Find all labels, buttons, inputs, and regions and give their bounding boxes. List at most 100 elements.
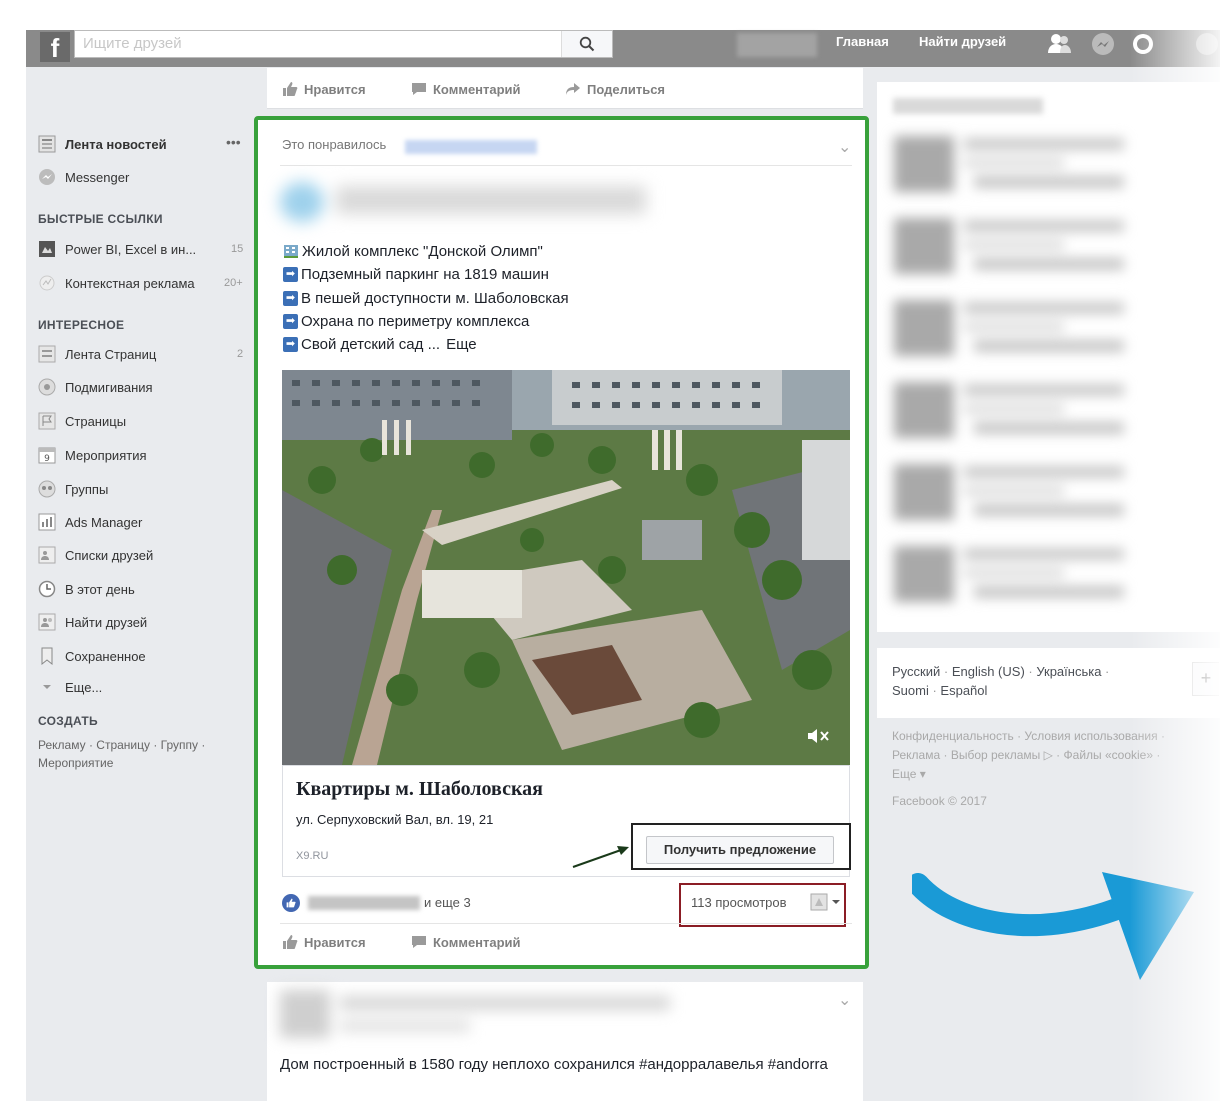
sidebar-item-label: Списки друзей (65, 547, 154, 563)
like-button[interactable]: Нравится (282, 81, 366, 97)
sidebar-item-groups[interactable]: Группы (38, 478, 108, 500)
language-link[interactable]: Español (940, 683, 987, 698)
quick-links-heading: БЫСТРЫЕ ССЫЛКИ (38, 212, 163, 226)
thumbs-up-icon (283, 935, 298, 949)
facebook-logo-icon[interactable]: f (40, 32, 70, 63)
sidebar-item-power-bi[interactable]: Power BI, Excel в ин... (38, 238, 196, 260)
friend-suggestion-blurred[interactable] (890, 376, 1150, 446)
post-text: Подземный паркинг на 1819 машин (301, 266, 549, 283)
post-options-chevron-icon[interactable]: ⌄ (838, 990, 851, 1010)
sidebar-item-messenger[interactable]: Messenger (38, 166, 129, 188)
language-link[interactable]: Українська (1036, 664, 1101, 679)
post-options-chevron-icon[interactable]: ⌄ (838, 137, 851, 157)
sidebar-item-friend-lists[interactable]: Списки друзей (38, 544, 153, 566)
friend-suggestion-blurred[interactable] (890, 130, 1150, 200)
chevron-down-icon (38, 678, 56, 696)
like-reaction-icon[interactable] (282, 894, 300, 912)
advertising-link[interactable]: Реклама (892, 748, 940, 762)
create-group-link[interactable]: Группу (161, 738, 198, 752)
sidebar-item-news-feed[interactable]: Лента новостей (38, 133, 167, 155)
sidebar-item-pages-feed[interactable]: Лента Страниц (38, 343, 156, 365)
friend-requests-icon[interactable] (1046, 31, 1072, 57)
create-page-link[interactable]: Страницу (96, 738, 150, 752)
privacy-link[interactable]: Конфиденциальность (892, 729, 1014, 743)
building-emoji-icon (284, 245, 298, 258)
friend-suggestion-blurred[interactable] (890, 212, 1150, 282)
notifications-globe-icon[interactable] (1130, 31, 1156, 57)
search-box[interactable]: Ищите друзей (74, 30, 613, 58)
post-text: Жилой комплекс "Донской Олимп" (302, 243, 543, 260)
sidebar-item-label: Страницы (65, 413, 127, 429)
comment-label: Комментарий (433, 81, 521, 97)
calendar-icon: 9 (38, 446, 56, 464)
more-options-icon[interactable]: ••• (226, 134, 241, 150)
friend-lists-icon (38, 546, 56, 564)
pages-icon (38, 412, 56, 430)
post-text: В пешей доступности м. Шаболовская (301, 290, 569, 307)
sidebar-item-context-ads[interactable]: Контекстная реклама (38, 272, 195, 294)
sidebar-item-pages[interactable]: Страницы (38, 410, 126, 432)
create-event-link[interactable]: Мероприятие (38, 756, 113, 770)
search-input[interactable]: Ищите друзей (83, 35, 182, 52)
ads-manager-icon (38, 513, 56, 531)
like-label: Нравится (304, 81, 366, 97)
audience-selector-icon[interactable] (810, 892, 844, 912)
sidebar-item-events[interactable]: 9 Мероприятия (38, 444, 147, 466)
sidebar-item-more[interactable]: Еще... (38, 676, 102, 698)
views-count[interactable]: 113 просмотров (691, 895, 787, 910)
sidebar-item-label: Группы (65, 481, 109, 497)
friend-suggestion-blurred[interactable] (890, 458, 1150, 528)
friend-suggestion-blurred[interactable] (890, 540, 1150, 610)
author-name-blurred (340, 996, 670, 1010)
share-button[interactable]: Поделиться (565, 81, 665, 97)
pokes-icon (38, 378, 56, 396)
pages-feed-icon (38, 345, 56, 363)
search-button[interactable] (561, 31, 612, 57)
sidebar-item-on-this-day[interactable]: В этот день (38, 578, 135, 600)
comment-button[interactable]: Комментарий (411, 81, 521, 97)
search-icon (579, 36, 595, 52)
post-text-line: ➡ Подземный паркинг на 1819 машин (283, 266, 549, 283)
see-more-link[interactable]: Еще (446, 336, 477, 353)
profile-link[interactable] (737, 33, 817, 57)
sidebar-item-ads-manager[interactable]: Ads Manager (38, 511, 142, 533)
sidebar-item-label: В этот день (65, 581, 135, 597)
messages-icon[interactable] (1090, 31, 1116, 57)
copyright: Facebook © 2017 (892, 794, 987, 808)
reactor-names-blurred[interactable] (308, 896, 420, 910)
find-friends-link[interactable]: Найти друзей (919, 34, 1006, 49)
sidebar-item-label: Сохраненное (65, 648, 146, 664)
bookmark-icon (38, 647, 56, 665)
sidebar-item-find-friends[interactable]: Найти друзей (38, 611, 147, 633)
cookies-link[interactable]: Файлы «cookie» (1064, 748, 1154, 762)
sidebar-item-pokes[interactable]: Подмигивания (38, 376, 153, 398)
sidebar-item-saved[interactable]: Сохраненное (38, 645, 146, 667)
help-icon[interactable] (1194, 31, 1220, 57)
language-link[interactable]: Русский (892, 664, 940, 679)
home-link[interactable]: Главная (836, 34, 889, 49)
comment-button[interactable]: Комментарий (411, 934, 521, 950)
create-heading: СОЗДАТЬ (38, 714, 98, 728)
ad-choices-link[interactable]: Выбор рекламы (951, 748, 1040, 762)
language-link[interactable]: English (US) (952, 664, 1025, 679)
create-ad-link[interactable]: Рекламу (38, 738, 86, 752)
get-offer-button[interactable]: Получить предложение (646, 836, 834, 864)
ad-link-title[interactable]: Квартиры м. Шаболовская (296, 778, 543, 801)
sidebar-item-label: Messenger (65, 169, 130, 185)
reactions-more-link[interactable]: и еще 3 (424, 895, 471, 910)
like-button[interactable]: Нравится (282, 934, 366, 950)
muted-speaker-icon[interactable] (806, 728, 832, 744)
more-link[interactable]: Еще (892, 767, 916, 781)
post-author-blurred[interactable] (272, 172, 672, 228)
add-language-button[interactable]: + (1192, 662, 1219, 696)
language-link[interactable]: Suomi (892, 683, 929, 698)
friend-suggestion-blurred[interactable] (890, 294, 1150, 364)
terms-link[interactable]: Условия использования (1024, 729, 1157, 743)
svg-text:9: 9 (44, 454, 50, 464)
share-label: Поделиться (587, 81, 666, 97)
comment-label: Комментарий (433, 934, 521, 950)
next-post-author-blurred[interactable] (280, 990, 690, 1040)
ad-video[interactable] (282, 370, 850, 765)
post-text: Свой детский сад ... (301, 336, 441, 353)
liked-by-name-blurred[interactable] (405, 140, 537, 154)
